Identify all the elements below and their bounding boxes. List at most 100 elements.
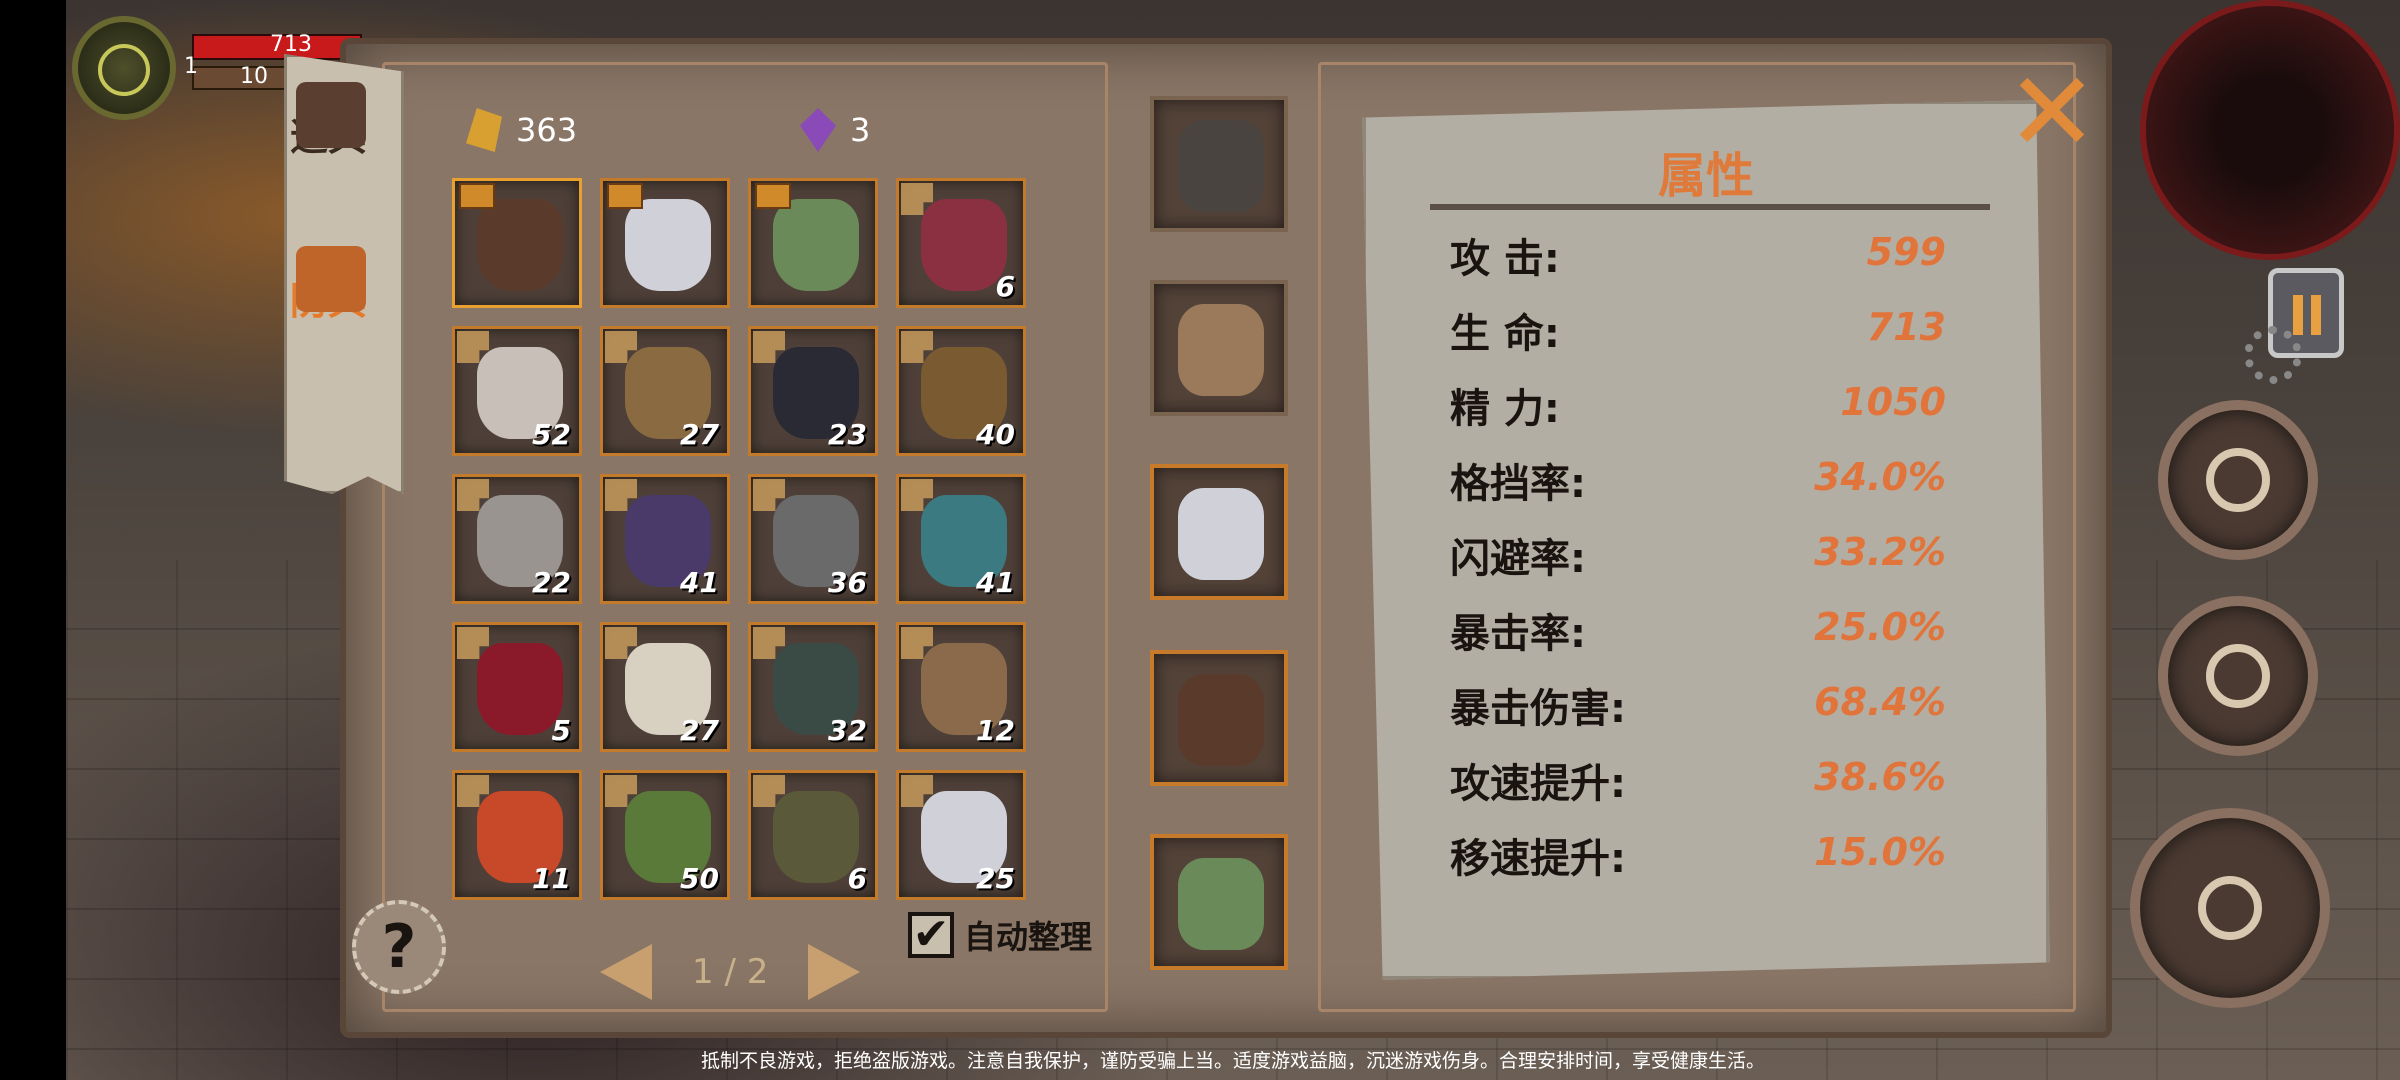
gold-icon — [466, 108, 502, 152]
stat-label: 攻速提升: — [1450, 761, 1626, 807]
stat-label: 格挡率: — [1450, 461, 1586, 507]
hooded-mask-icon — [1178, 488, 1264, 580]
stat-label: 精 力: — [1450, 386, 1560, 432]
health-notice: 抵制不良游戏，拒绝盗版游戏。注意自我保护，谨防受骗上当。适度游戏益脑，沉迷游戏伤… — [700, 1050, 1765, 1072]
stat-row: 攻速提升: 38.6% — [1450, 751, 1970, 811]
inventory-slot[interactable]: 32 — [748, 622, 878, 752]
player-level: 1 — [184, 54, 198, 79]
tab-items[interactable]: 道具 — [290, 82, 386, 218]
stat-value: 15.0% — [1814, 830, 1946, 874]
spear-icon — [2198, 876, 2262, 940]
dash-skill-button[interactable] — [2158, 596, 2318, 756]
armor-icon — [296, 246, 366, 312]
item-count: 22 — [532, 566, 571, 599]
scarab-helm-icon — [773, 791, 859, 883]
page-indicator: 1 / 2 — [692, 952, 769, 992]
inventory-slot[interactable]: 36 — [748, 474, 878, 604]
next-page-button[interactable] — [808, 944, 861, 1000]
boots-icon — [1178, 858, 1264, 950]
help-button[interactable]: ? — [352, 900, 446, 994]
item-count: 36 — [828, 566, 867, 599]
stat-row: 生 命: 713 — [1450, 301, 1970, 361]
inventory-slot[interactable]: 11 — [452, 770, 582, 900]
auto-sort-checkbox[interactable]: ✔ — [908, 912, 954, 958]
stat-row: 闪避率: 33.2% — [1450, 526, 1970, 586]
stat-label: 移速提升: — [1450, 836, 1626, 882]
inventory-slot[interactable]: 40 — [896, 326, 1026, 456]
equipped-slot-flame-demon-armor[interactable] — [1150, 650, 1288, 786]
inventory-slot[interactable]: 27 — [600, 622, 730, 752]
flame-demon-armor-icon — [1178, 674, 1264, 766]
item-count: 23 — [828, 418, 867, 451]
attack-button[interactable] — [2130, 808, 2330, 1008]
item-count: 32 — [828, 714, 867, 747]
stat-label: 生 命: — [1450, 311, 1560, 357]
stats-title: 属性 — [1657, 148, 1754, 204]
eye-icon — [2206, 448, 2270, 512]
equipped-slot-wood-shield[interactable] — [1150, 280, 1288, 416]
auto-sort-toggle[interactable]: ✔ 自动整理 — [908, 912, 1092, 958]
wood-shield-icon — [1178, 304, 1264, 396]
stat-label: 暴击率: — [1450, 611, 1586, 657]
tab-armor[interactable]: 防具 — [290, 246, 386, 382]
stat-row: 精 力: 1050 — [1450, 376, 1970, 436]
stat-value: 1050 — [1840, 380, 1946, 424]
item-count: 11 — [532, 862, 571, 895]
hooded-mask-icon — [625, 199, 711, 291]
stat-value: 599 — [1866, 230, 1946, 274]
item-count: 52 — [532, 418, 571, 451]
inventory-slot[interactable]: 27 — [600, 326, 730, 456]
inventory-slot[interactable]: 52 — [452, 326, 582, 456]
red-vest-icon — [921, 199, 1007, 291]
gold-counter: 363 — [466, 108, 577, 152]
inventory-slot[interactable]: 25 — [896, 770, 1026, 900]
inventory-slot[interactable] — [748, 178, 878, 308]
gold-value: 363 — [516, 111, 578, 149]
stat-label: 攻 击: — [1450, 236, 1560, 282]
inventory-slot[interactable]: 6 — [748, 770, 878, 900]
inventory-slot[interactable]: 12 — [896, 622, 1026, 752]
equipped-slot-hooded-mask[interactable] — [1150, 464, 1288, 600]
stat-value: 68.4% — [1814, 680, 1946, 724]
stat-value: 25.0% — [1814, 605, 1946, 649]
player-portrait[interactable] — [72, 16, 176, 120]
mp-value: 10 — [240, 64, 268, 89]
inventory-slot[interactable] — [600, 178, 730, 308]
inventory-slot[interactable]: 6 — [896, 178, 1026, 308]
item-count: 6 — [847, 862, 867, 895]
gem-counter: 3 — [800, 108, 870, 152]
inventory-slot[interactable] — [452, 178, 582, 308]
inventory-grid: 6 52 27 23 40 22 41 36 41 5 27 32 12 11 50 6 25 — [452, 178, 1026, 900]
item-count: 40 — [976, 418, 1015, 451]
item-count: 41 — [976, 566, 1015, 599]
inventory-slot[interactable]: 41 — [600, 474, 730, 604]
inventory-slot[interactable]: 23 — [748, 326, 878, 456]
bag-icon — [296, 82, 366, 148]
hp-value: 713 — [270, 32, 312, 57]
stat-row: 移速提升: 15.0% — [1450, 826, 1970, 886]
stat-row: 暴击率: 25.0% — [1450, 601, 1970, 661]
prev-page-button[interactable] — [600, 944, 652, 1000]
new-flag-icon — [459, 183, 495, 209]
inventory-slot[interactable]: 5 — [452, 622, 582, 752]
close-button[interactable]: ✕ — [2004, 57, 2100, 167]
equipped-slot-boots[interactable] — [1150, 834, 1288, 970]
inventory-slot[interactable]: 22 — [452, 474, 582, 604]
item-count: 27 — [680, 714, 719, 747]
stat-value: 38.6% — [1814, 755, 1946, 799]
item-count: 6 — [995, 270, 1015, 303]
equipped-slot-spear[interactable] — [1150, 96, 1288, 232]
new-flag-icon — [607, 183, 643, 209]
eye-skill-button[interactable] — [2158, 400, 2318, 560]
boots-icon — [773, 199, 859, 291]
inventory-slot[interactable]: 50 — [600, 770, 730, 900]
settings-gear-icon[interactable] — [2244, 326, 2302, 384]
stat-value: 33.2% — [1814, 530, 1946, 574]
new-flag-icon — [755, 183, 791, 209]
red-hood-icon — [477, 643, 563, 735]
inventory-slot[interactable]: 41 — [896, 474, 1026, 604]
item-count: 25 — [976, 862, 1015, 895]
magic-circle-emblem — [2140, 0, 2400, 260]
item-count: 41 — [680, 566, 719, 599]
item-count: 50 — [680, 862, 719, 895]
